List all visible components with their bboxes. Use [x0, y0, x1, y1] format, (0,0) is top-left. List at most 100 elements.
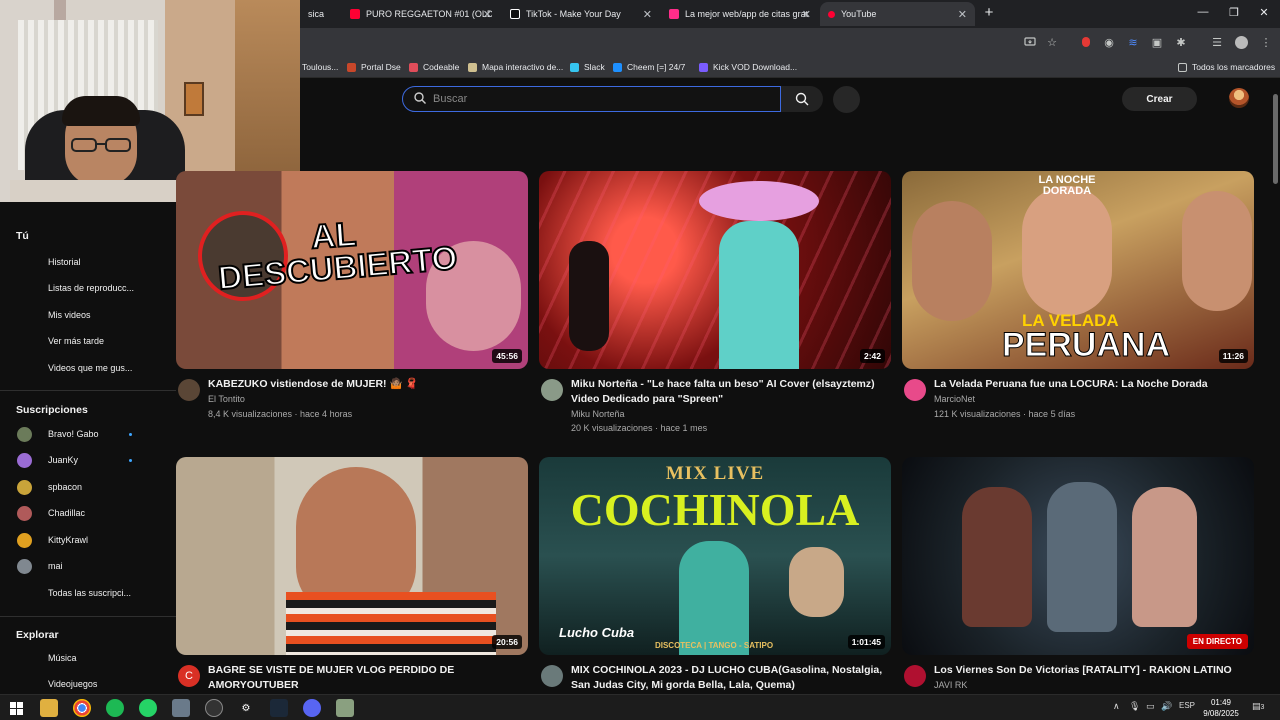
- channel-avatar[interactable]: [178, 379, 200, 401]
- search-button[interactable]: [781, 86, 823, 112]
- restore-icon[interactable]: ❐: [1226, 6, 1242, 19]
- bookmark-item[interactable]: Mapa interactivo de...: [468, 60, 563, 74]
- install-app-icon[interactable]: [1023, 35, 1037, 49]
- sidebar-you-title[interactable]: Tú: [16, 230, 29, 242]
- sidebar-item-watch-later[interactable]: Ver más tarde: [0, 328, 176, 354]
- close-tab-icon[interactable]: ✕: [958, 8, 967, 21]
- sidebar-item-liked-videos[interactable]: Videos que me gus...: [0, 355, 176, 381]
- spotify-icon[interactable]: [106, 699, 124, 717]
- video-thumbnail[interactable]: 2:42: [539, 171, 891, 369]
- scrollbar-thumb[interactable]: [1273, 94, 1278, 184]
- subscription-item[interactable]: spbacon: [0, 474, 176, 500]
- video-card[interactable]: EN DIRECTO Los Viernes Son De Victorias …: [902, 457, 1254, 694]
- minimize-icon[interactable]: —: [1195, 6, 1211, 18]
- microphone-icon[interactable]: 🎙: [1129, 701, 1140, 712]
- bookmark-item[interactable]: Cheem [=] 24/7: [613, 60, 685, 74]
- bookmark-item[interactable]: Toulous...: [302, 60, 338, 74]
- extension-red-icon[interactable]: [1079, 35, 1093, 49]
- video-channel[interactable]: El Tontito: [208, 394, 245, 404]
- tab-1[interactable]: PURO REGGAETON #01 (OLD) ✕: [342, 2, 500, 26]
- search-input[interactable]: [433, 93, 753, 105]
- close-tab-icon[interactable]: ✕: [643, 8, 652, 21]
- video-title[interactable]: Miku Norteña - "Le hace falta un beso" A…: [571, 377, 889, 407]
- channel-avatar[interactable]: [541, 379, 563, 401]
- bookmark-star-icon[interactable]: ☆: [1045, 35, 1059, 49]
- video-title[interactable]: BAGRE SE VISTE DE MUJER VLOG PERDIDO DE …: [208, 663, 526, 693]
- tab-0[interactable]: sica: [300, 2, 342, 26]
- tray-overflow-icon[interactable]: ∧: [1113, 701, 1120, 712]
- close-window-icon[interactable]: ✕: [1256, 6, 1272, 19]
- video-thumbnail[interactable]: LA NOCHE DORADA LA VELADA PERUANA 11:26: [902, 171, 1254, 369]
- extension-gamepad-icon[interactable]: ◉: [1102, 35, 1116, 49]
- video-channel[interactable]: Miku Norteña: [571, 409, 625, 419]
- whatsapp-icon[interactable]: [139, 699, 157, 717]
- tab-4-active[interactable]: YouTube ✕: [820, 2, 975, 26]
- extension-media-icon[interactable]: ▣: [1150, 35, 1164, 49]
- app-icon[interactable]: [336, 699, 354, 717]
- sidebar-item-all-subscriptions[interactable]: Todas las suscripci...: [0, 580, 176, 606]
- chrome-icon[interactable]: [73, 699, 91, 717]
- language-indicator[interactable]: ESP: [1179, 701, 1195, 710]
- new-tab-button[interactable]: +: [980, 4, 998, 21]
- all-bookmarks-button[interactable]: Todos los marcadores: [1178, 60, 1275, 74]
- sidebar-subscriptions-title[interactable]: Suscripciones: [16, 404, 88, 416]
- video-card[interactable]: MIX LIVE COCHINOLA Lucho Cuba DISCOTECA …: [539, 457, 891, 694]
- video-channel[interactable]: MarcioNet: [934, 394, 975, 404]
- network-icon[interactable]: ▭: [1146, 701, 1155, 712]
- create-button[interactable]: Crear: [1122, 87, 1197, 111]
- video-title[interactable]: La Velada Peruana fue una LOCURA: La Noc…: [934, 377, 1252, 392]
- settings-gear-icon[interactable]: ⚙: [237, 699, 255, 717]
- browser-menu-icon[interactable]: ⋮: [1259, 35, 1273, 49]
- video-thumbnail[interactable]: AL DESCUBIERTO 45:56: [176, 171, 528, 369]
- subscription-item[interactable]: Chadillac: [0, 500, 176, 526]
- channel-avatar[interactable]: C: [178, 665, 200, 687]
- voice-search-button[interactable]: [833, 86, 860, 113]
- search-box[interactable]: [402, 86, 781, 112]
- close-tab-icon[interactable]: ✕: [802, 8, 811, 21]
- extension-blue-icon[interactable]: ≋: [1126, 35, 1140, 49]
- tab-3[interactable]: La mejor web/app de citas grat ✕: [661, 2, 819, 26]
- account-avatar[interactable]: [1229, 88, 1249, 108]
- obs-icon[interactable]: [205, 699, 223, 717]
- reading-list-icon[interactable]: ☰: [1210, 35, 1224, 49]
- volume-icon[interactable]: 🔊: [1161, 701, 1172, 712]
- windows-start-icon[interactable]: [7, 699, 25, 717]
- file-explorer-icon[interactable]: [40, 699, 58, 717]
- steam-icon[interactable]: [270, 699, 288, 717]
- video-card[interactable]: AL DESCUBIERTO 45:56 KABEZUKO vistiendos…: [176, 171, 528, 441]
- video-card[interactable]: 20:56 C BAGRE SE VISTE DE MUJER VLOG PER…: [176, 457, 528, 694]
- video-thumbnail[interactable]: EN DIRECTO: [902, 457, 1254, 655]
- sidebar-item-history[interactable]: Historial: [0, 249, 176, 275]
- page-scrollbar[interactable]: [1270, 80, 1280, 694]
- channel-avatar[interactable]: [904, 379, 926, 401]
- bookmark-item[interactable]: Slack: [570, 60, 605, 74]
- subscription-item[interactable]: mai: [0, 553, 176, 579]
- bookmark-item[interactable]: Codeable: [409, 60, 459, 74]
- bookmark-item[interactable]: Portal Dse: [347, 60, 401, 74]
- video-card[interactable]: 2:42 Miku Norteña - "Le hace falta un be…: [539, 171, 891, 441]
- extensions-puzzle-icon[interactable]: ✱: [1174, 35, 1188, 49]
- channel-avatar[interactable]: [904, 665, 926, 687]
- video-title[interactable]: MIX COCHINOLA 2023 - DJ LUCHO CUBA(Gasol…: [571, 663, 889, 693]
- video-title[interactable]: Los Viernes Son De Victorias [RATALITY] …: [934, 663, 1252, 678]
- close-tab-icon[interactable]: ✕: [483, 8, 492, 21]
- video-title[interactable]: KABEZUKO vistiendose de MUJER! 🤷🏽 🧣: [208, 377, 526, 392]
- tab-2[interactable]: TikTok - Make Your Day ✕: [502, 2, 660, 26]
- discord-icon[interactable]: [303, 699, 321, 717]
- subscription-item[interactable]: KittyKrawl: [0, 527, 176, 553]
- video-card[interactable]: LA NOCHE DORADA LA VELADA PERUANA 11:26 L…: [902, 171, 1254, 441]
- notifications-icon[interactable]: ▤3: [1252, 701, 1264, 712]
- video-thumbnail[interactable]: MIX LIVE COCHINOLA Lucho Cuba DISCOTECA …: [539, 457, 891, 655]
- video-channel[interactable]: JAVI RK: [934, 680, 967, 690]
- channel-avatar[interactable]: [541, 665, 563, 687]
- sidebar-item-playlists[interactable]: Listas de reproducc...: [0, 275, 176, 301]
- video-thumbnail[interactable]: 20:56: [176, 457, 528, 655]
- app-icon[interactable]: [172, 699, 190, 717]
- sidebar-item-music[interactable]: Música: [0, 645, 176, 671]
- sidebar-item-my-videos[interactable]: Mis videos: [0, 302, 176, 328]
- taskbar-clock[interactable]: 01:49 9/08/2025: [1198, 697, 1244, 719]
- bookmark-item[interactable]: Kick VOD Download...: [699, 60, 797, 74]
- subscription-item[interactable]: Bravo! Gabo: [0, 421, 176, 447]
- subscription-item[interactable]: JuanKy: [0, 447, 176, 473]
- profile-icon[interactable]: [1234, 35, 1248, 49]
